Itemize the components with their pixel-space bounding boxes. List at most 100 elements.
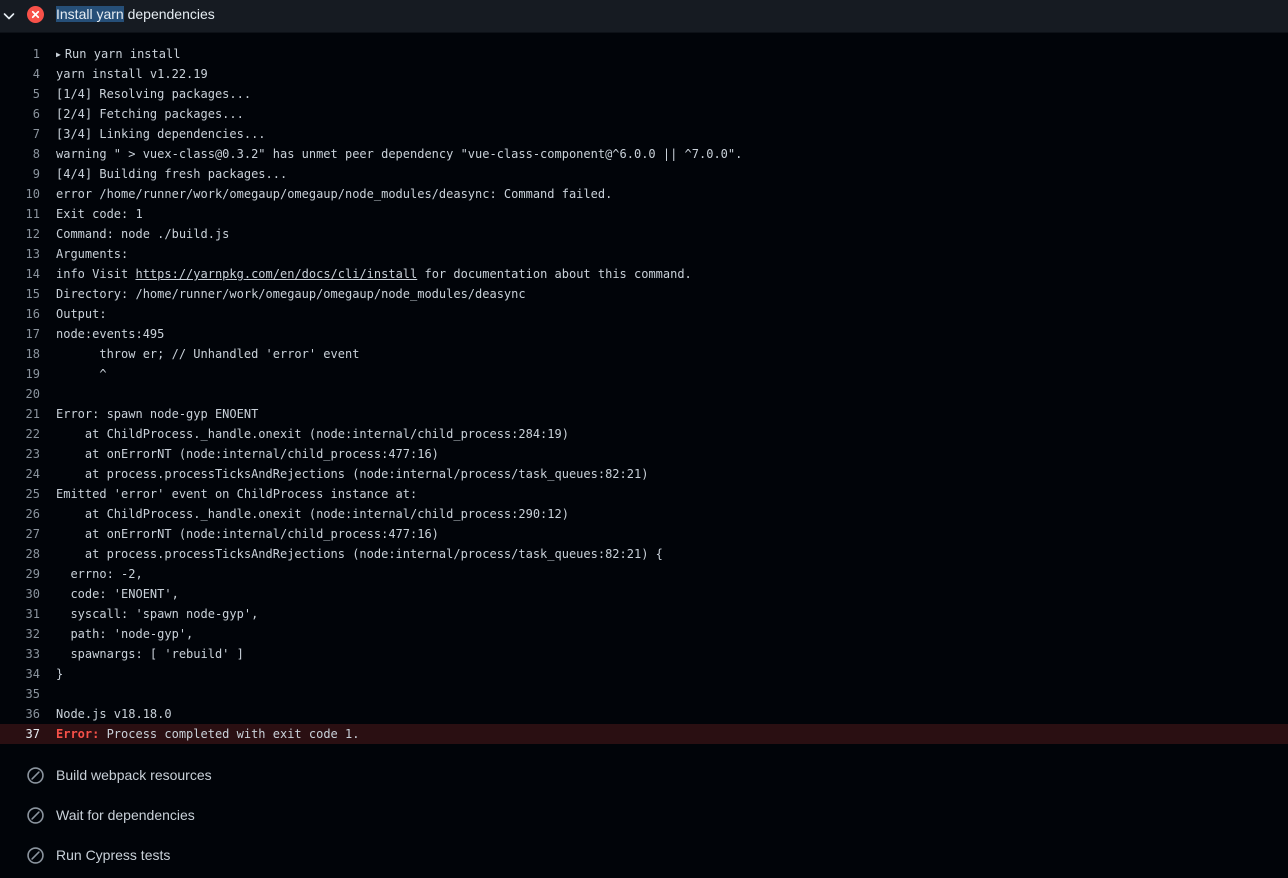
line-number[interactable]: 14 (0, 264, 40, 284)
log-text: Emitted 'error' event on ChildProcess in… (56, 484, 417, 504)
line-number[interactable]: 23 (0, 444, 40, 464)
log-text-content: Exit code: 1 (56, 207, 143, 221)
line-number[interactable]: 13 (0, 244, 40, 264)
line-number[interactable]: 20 (0, 384, 40, 404)
log-text: [4/4] Building fresh packages... (56, 164, 287, 184)
log-text-content: Emitted 'error' event on ChildProcess in… (56, 487, 418, 501)
skip-icon (27, 767, 44, 784)
log-text: node:events:495 (56, 324, 164, 344)
triangle-right-icon[interactable]: ▶ (56, 50, 61, 59)
log-text-content: Command: node ./build.js (56, 227, 230, 241)
line-number[interactable]: 4 (0, 64, 40, 84)
log-text: throw er; // Unhandled 'error' event (56, 344, 359, 364)
line-number[interactable]: 34 (0, 664, 40, 684)
log-text-content: [3/4] Linking dependencies... (56, 127, 266, 141)
line-number[interactable]: 21 (0, 404, 40, 424)
step-row[interactable]: Run Cypress tests (0, 835, 1288, 875)
log-text: info Visit https://yarnpkg.com/en/docs/c… (56, 264, 692, 284)
log-text-pre: info Visit (56, 267, 136, 281)
line-number[interactable]: 30 (0, 584, 40, 604)
line-number[interactable]: 8 (0, 144, 40, 164)
log-text: at ChildProcess._handle.onexit (node:int… (56, 424, 569, 444)
log-text: Directory: /home/runner/work/omegaup/ome… (56, 284, 526, 304)
line-number[interactable]: 33 (0, 644, 40, 664)
log-text-content: path: 'node-gyp', (56, 627, 194, 641)
log-line: 9 [4/4] Building fresh packages... (0, 164, 1288, 184)
log-text: ^ (56, 364, 106, 384)
line-number[interactable]: 29 (0, 564, 40, 584)
line-number[interactable]: 19 (0, 364, 40, 384)
line-number[interactable]: 36 (0, 704, 40, 724)
line-number[interactable]: 5 (0, 84, 40, 104)
log-line: 28 at process.processTicksAndRejections … (0, 544, 1288, 564)
log-line: 30 code: 'ENOENT', (0, 584, 1288, 604)
error-label: Error: (56, 727, 100, 741)
log-line: 27 at onErrorNT (node:internal/child_pro… (0, 524, 1288, 544)
line-number[interactable]: 17 (0, 324, 40, 344)
log-line: 29 errno: -2, (0, 564, 1288, 584)
log-line: 26 at ChildProcess._handle.onexit (node:… (0, 504, 1288, 524)
line-number[interactable]: 10 (0, 184, 40, 204)
log-text-post: for documentation about this command. (417, 267, 692, 281)
log-text-content: Directory: /home/runner/work/omegaup/ome… (56, 287, 526, 301)
log-text-content: error /home/runner/work/omegaup/omegaup/… (56, 187, 613, 201)
log-text-content: Arguments: (56, 247, 129, 261)
log-text-content: warning " > vuex-class@0.3.2" has unmet … (56, 147, 743, 161)
log-text-content: [2/4] Fetching packages... (56, 107, 244, 121)
step-row[interactable]: Wait for dependencies (0, 795, 1288, 835)
docs-link[interactable]: https://yarnpkg.com/en/docs/cli/install (135, 267, 417, 281)
log-text: Exit code: 1 (56, 204, 143, 224)
line-number[interactable]: 24 (0, 464, 40, 484)
step-row[interactable]: Build webpack resources (0, 755, 1288, 795)
line-number[interactable]: 25 (0, 484, 40, 504)
log-text-content: throw er; // Unhandled 'error' event (56, 347, 360, 361)
log-line: 4 yarn install v1.22.19 (0, 64, 1288, 84)
line-number[interactable]: 26 (0, 504, 40, 524)
log-text-content: node:events:495 (56, 327, 165, 341)
log-line: 34} (0, 664, 1288, 684)
log-text: Node.js v18.18.0 (56, 704, 172, 724)
log-text: spawnargs: [ 'rebuild' ] (56, 644, 244, 664)
line-number[interactable]: 6 (0, 104, 40, 124)
log-line: 23 at onErrorNT (node:internal/child_pro… (0, 444, 1288, 464)
log-text-content: spawnargs: [ 'rebuild' ] (56, 647, 244, 661)
line-number[interactable]: 7 (0, 124, 40, 144)
step-title: Install yarn dependencies (56, 6, 215, 22)
log-text: warning " > vuex-class@0.3.2" has unmet … (56, 144, 742, 164)
line-number[interactable]: 31 (0, 604, 40, 624)
line-number[interactable]: 32 (0, 624, 40, 644)
line-number[interactable]: 16 (0, 304, 40, 324)
log-text[interactable]: ▶ Run yarn install (56, 44, 180, 66)
line-number[interactable]: 35 (0, 684, 40, 704)
log-text-content: Error: spawn node-gyp ENOENT (56, 407, 259, 421)
line-number[interactable]: 22 (0, 424, 40, 444)
line-number[interactable]: 18 (0, 344, 40, 364)
log-text-content: at onErrorNT (node:internal/child_proces… (56, 447, 439, 461)
log-text-content: at onErrorNT (node:internal/child_proces… (56, 527, 439, 541)
line-number[interactable]: 27 (0, 524, 40, 544)
log-line: 6 [2/4] Fetching packages... (0, 104, 1288, 124)
line-number[interactable]: 11 (0, 204, 40, 224)
log-text: [2/4] Fetching packages... (56, 104, 244, 124)
line-number[interactable]: 15 (0, 284, 40, 304)
log-text-content: Node.js v18.18.0 (56, 707, 172, 721)
log-text-content: yarn install v1.22.19 (56, 67, 208, 81)
log-text-content: Output: (56, 307, 107, 321)
line-number[interactable]: 9 (0, 164, 40, 184)
step-header-install-yarn[interactable]: Install yarn dependencies (0, 0, 1288, 33)
log-text: path: 'node-gyp', (56, 624, 193, 644)
line-number[interactable]: 28 (0, 544, 40, 564)
log-text-content: syscall: 'spawn node-gyp', (56, 607, 259, 621)
log-text: } (56, 664, 63, 684)
log-line-error: 37 Error: Process completed with exit cod… (0, 724, 1288, 744)
log-line: 25 Emitted 'error' event on ChildProcess … (0, 484, 1288, 504)
chevron-down-icon[interactable] (1, 8, 17, 24)
log-text: Error: Process completed with exit code … (56, 724, 359, 744)
line-number[interactable]: 12 (0, 224, 40, 244)
steps-list: Build webpack resources Wait for dependen… (0, 755, 1288, 875)
line-number[interactable]: 1 (0, 44, 40, 64)
line-number[interactable]: 37 (0, 724, 40, 744)
log-line: 35 (0, 684, 1288, 704)
log-text: Arguments: (56, 244, 128, 264)
step-label: Run Cypress tests (56, 847, 171, 863)
